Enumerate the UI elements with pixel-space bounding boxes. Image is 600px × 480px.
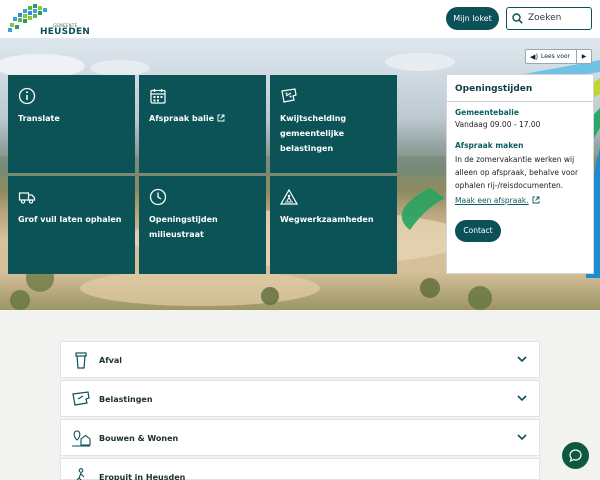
accordion-afval[interactable]: Afval [60,341,540,378]
maak-afspraak-link[interactable]: Maak een afspraak. [455,196,540,205]
logo-name-text: HEUSDEN [40,27,91,37]
gemeentebalie-hours: Vandaag 09.00 - 17.00 [455,120,541,129]
truck-icon [18,192,36,204]
chat-button[interactable] [562,442,589,469]
mijn-loket-button[interactable]: Mijn loket [446,7,499,30]
tile-wegwerkzaamheden[interactable]: Wegwerkzaamheden [270,176,397,274]
tile-label: Kwijtschelding gemeentelijke belastingen [280,114,347,153]
accordion-label: Belastingen [99,395,153,404]
tile-translate[interactable]: Translate [8,75,135,173]
openingstijden-card: Openingstijden Gemeentebalie Vandaag 09.… [446,74,595,274]
gemeentebalie-heading: Gemeentebalie [455,108,519,117]
tile-label: Openingstijden milieustraat [149,215,218,239]
tile-label: Afspraak balie [149,111,261,126]
tile-label: Wegwerkzaamheden [280,215,374,224]
speaker-icon: ◀) [530,53,539,61]
tile-grof-vuil[interactable]: Grof vuil laten ophalen [8,176,135,274]
house-location-icon [72,430,91,447]
accordion-belastingen[interactable]: Belastingen [60,380,540,417]
tax-ticket-icon [281,88,297,103]
accordion-label: Afval [99,356,123,365]
accordion-label: Eropuit in Heusden [99,473,186,480]
chat-bubble-icon [569,449,582,462]
tile-kwijtschelding[interactable]: Kwijtschelding gemeentelijke belastingen [270,75,397,173]
gemeente-heusden-logo[interactable]: GEMEENTE HEUSDEN [7,3,90,37]
tile-label: Translate [18,114,60,123]
info-icon [18,87,36,105]
hiker-icon [76,468,85,480]
search-label: Zoeken [528,13,562,23]
accordion-eropuit[interactable]: Eropuit in Heusden [60,458,540,480]
site-header: GEMEENTE HEUSDEN Mijn loket Zoeken [0,0,600,38]
external-link-icon [532,196,540,204]
waste-bin-icon [75,352,87,369]
play-icon: ▶ [576,50,591,63]
search-icon [512,13,523,24]
external-link-icon [217,114,225,122]
tile-label: Grof vuil laten ophalen [18,215,122,224]
tax-ticket-icon [72,391,90,406]
lees-voor-label: Lees voor [541,53,571,60]
calendar-icon [150,89,166,104]
card-divider [447,101,595,102]
roadworks-icon [280,188,298,205]
chevron-down-icon [517,356,527,363]
search-input[interactable]: Zoeken [506,7,592,30]
accordion-label: Bouwen & Wonen [99,434,179,443]
afspraak-text: In de zomervakantie werken wij alleen op… [455,155,579,190]
afspraak-heading: Afspraak maken [455,141,524,150]
tile-openingstijden-milieustraat[interactable]: Openingstijden milieustraat [139,176,266,274]
tile-afspraak-balie[interactable]: Afspraak balie [139,75,266,173]
accordion-bouwen-wonen[interactable]: Bouwen & Wonen [60,419,540,456]
chevron-down-icon [517,395,527,402]
lees-voor-button[interactable]: ◀) Lees voor ▶ [525,49,592,64]
contact-button[interactable]: Contact [455,220,501,242]
clock-icon [149,188,167,206]
chevron-down-icon [517,434,527,441]
card-title: Openingstijden [455,84,533,94]
